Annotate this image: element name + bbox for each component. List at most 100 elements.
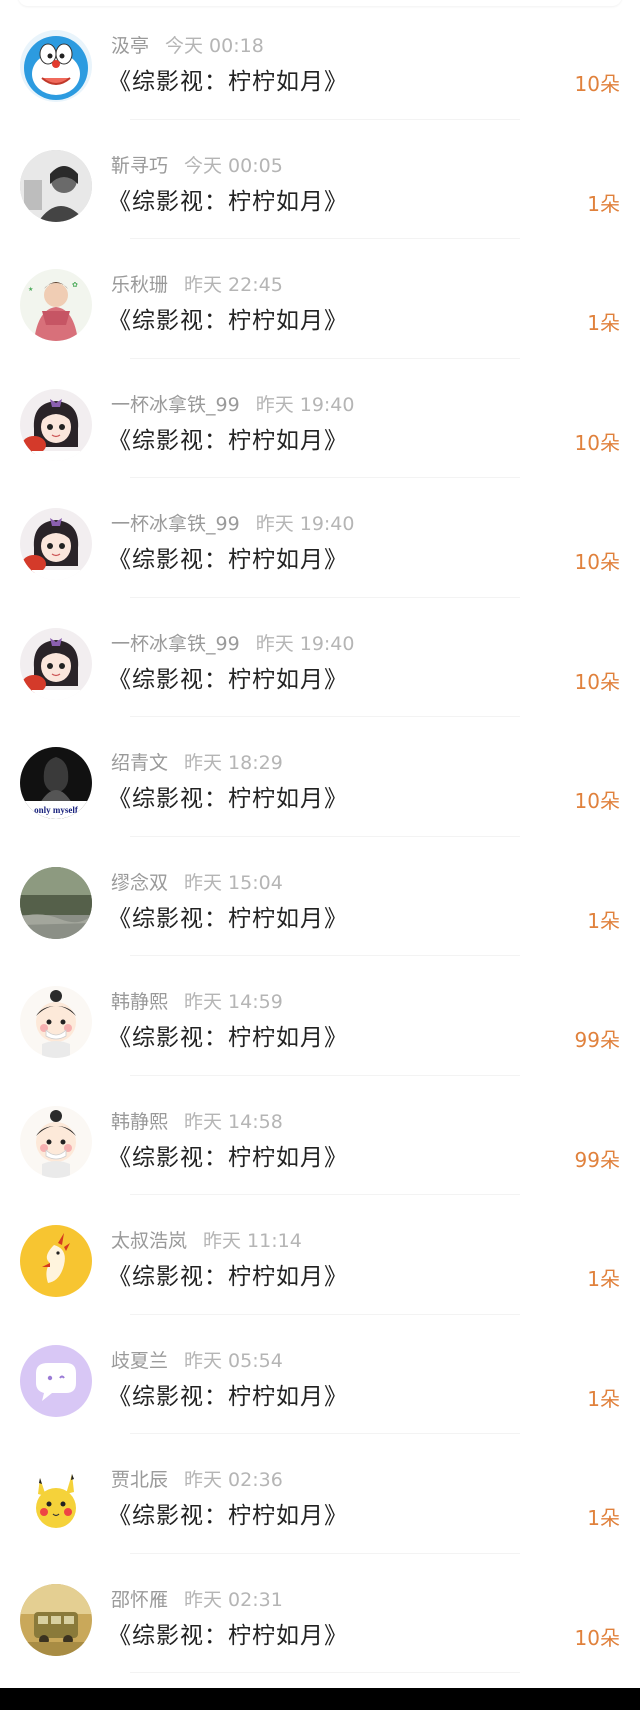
gift-amount: 1朵	[587, 908, 620, 933]
meta-line: 韩静熙 昨天 14:58	[111, 1110, 283, 1134]
timestamp: 昨天 02:36	[184, 1469, 283, 1491]
book-title: 《综影视：柠柠如月》	[108, 1264, 348, 1290]
timestamp: 昨天 19:40	[255, 393, 355, 416]
user-name: 韩静熙	[111, 991, 169, 1013]
book-title: 《综影视：柠柠如月》	[108, 547, 348, 573]
meta-line: 歧夏兰 昨天 05:54	[111, 1349, 283, 1373]
meta-line: 靳寻巧 今天 00:05	[111, 154, 283, 178]
user-name: 靳寻巧	[111, 154, 169, 177]
user-name: 一杯冰拿铁_99	[111, 393, 240, 416]
avatar-caption: only myself	[34, 805, 79, 815]
timestamp: 今天 00:05	[184, 154, 283, 177]
meta-line: 汲亭 今天 00:18	[111, 34, 264, 58]
book-title: 《综影视：柠柠如月》	[108, 308, 348, 334]
gift-amount: 1朵	[587, 191, 620, 216]
user-name: 绍青文	[111, 752, 169, 774]
gift-amount: 10朵	[574, 72, 620, 96]
user-name: 韩静熙	[111, 1110, 169, 1133]
user-name: 一杯冰拿铁_99	[111, 632, 240, 655]
doraemon-avatar[interactable]	[20, 30, 92, 102]
meta-line: 绍青文 昨天 18:29	[111, 751, 283, 775]
timestamp: 昨天 19:40	[255, 513, 355, 535]
timestamp: 昨天 15:04	[184, 871, 283, 894]
list-item[interactable]: 一杯冰拿铁_99 昨天 19:40 《综影视：柠柠如月》 10朵	[0, 598, 640, 717]
gift-amount: 1朵	[587, 1267, 620, 1291]
list-item[interactable]: 靳寻巧 今天 00:05 《综影视：柠柠如月》 1朵	[0, 120, 640, 239]
anime-girl-avatar[interactable]	[20, 627, 92, 700]
gift-amount: 99朵	[574, 1147, 620, 1172]
user-name: 邵怀雁	[111, 1588, 169, 1611]
list-item[interactable]: 邵怀雁 昨天 02:31 《综影视：柠柠如月》 10朵	[0, 1554, 640, 1673]
list-item[interactable]: 一杯冰拿铁_99 昨天 19:40 《综影视：柠柠如月》 10朵	[0, 478, 640, 598]
gift-amount: 1朵	[587, 1386, 620, 1411]
meta-line: 太叔浩岚 昨天 11:14	[111, 1229, 302, 1253]
pikachu-avatar[interactable]	[20, 1464, 92, 1536]
timestamp: 昨天 14:59	[184, 991, 283, 1013]
meta-line: 韩静熙 昨天 14:59	[111, 990, 283, 1014]
book-title: 《综影视：柠柠如月》	[108, 666, 348, 693]
timestamp: 昨天 02:31	[184, 1588, 283, 1611]
user-name: 汲亭	[111, 35, 150, 57]
gift-amount: 1朵	[587, 311, 620, 335]
timestamp: 昨天 22:45	[184, 274, 283, 296]
meta-line: 乐秋珊 昨天 22:45	[111, 273, 283, 297]
svg-text:★: ★	[28, 286, 33, 293]
user-name: 歧夏兰	[111, 1349, 169, 1372]
gift-amount: 10朵	[574, 430, 620, 455]
meta-line: 一杯冰拿铁_99 昨天 19:40	[111, 393, 354, 417]
timestamp: 昨天 19:40	[255, 632, 355, 655]
list-item[interactable]: only myself 绍青文 昨天 18:29 《综影视：柠柠如月》 10朵	[0, 717, 640, 837]
list-item[interactable]: 韩静熙 昨天 14:58 《综影视：柠柠如月》 99朵	[0, 1076, 640, 1195]
book-title: 《综影视：柠柠如月》	[108, 1503, 348, 1529]
book-title: 《综影视：柠柠如月》	[108, 1622, 348, 1649]
timestamp: 昨天 18:29	[184, 752, 283, 774]
book-title: 《综影视：柠柠如月》	[108, 1383, 348, 1410]
list-item[interactable]: 韩静熙 昨天 14:59 《综影视：柠柠如月》 99朵	[0, 956, 640, 1076]
list-item[interactable]: 一杯冰拿铁_99 昨天 19:40 《综影视：柠柠如月》 10朵	[0, 359, 640, 478]
list-item[interactable]: 太叔浩岚 昨天 11:14 《综影视：柠柠如月》 1朵	[0, 1195, 640, 1315]
book-title: 《综影视：柠柠如月》	[108, 188, 348, 215]
pink-scarf-avatar[interactable]: ✿ ★	[20, 269, 92, 341]
cartoon-girl-avatar[interactable]	[20, 986, 92, 1058]
chat-bubble-avatar[interactable]	[20, 1344, 92, 1417]
book-title: 《综影视：柠柠如月》	[108, 427, 348, 454]
landscape-avatar[interactable]	[20, 866, 92, 939]
list-item[interactable]: ✿ ★ 乐秋珊 昨天 22:45 《综影视：柠柠如月》 1朵	[0, 239, 640, 359]
user-name: 贾北辰	[111, 1469, 169, 1491]
svg-text:✿: ✿	[72, 281, 78, 289]
book-title: 《综影视：柠柠如月》	[108, 69, 348, 95]
gift-amount: 10朵	[574, 669, 620, 694]
user-name: 太叔浩岚	[111, 1230, 188, 1252]
meta-line: 缪念双 昨天 15:04	[111, 871, 283, 895]
meta-line: 贾北辰 昨天 02:36	[111, 1468, 283, 1492]
book-title: 《综影视：柠柠如月》	[108, 1144, 348, 1171]
user-name: 乐秋珊	[111, 274, 169, 296]
bottom-bar	[0, 1688, 640, 1710]
yellow-bird-avatar[interactable]	[20, 1225, 92, 1297]
user-name: 一杯冰拿铁_99	[111, 513, 240, 535]
book-title: 《综影视：柠柠如月》	[108, 786, 348, 812]
timestamp: 昨天 14:58	[184, 1110, 283, 1133]
timestamp: 昨天 05:54	[184, 1349, 283, 1372]
meta-line: 一杯冰拿铁_99 昨天 19:40	[111, 512, 354, 536]
gift-amount: 10朵	[574, 789, 620, 813]
timestamp: 昨天 11:14	[203, 1230, 302, 1252]
user-name: 缪念双	[111, 871, 169, 894]
anime-girl-avatar[interactable]	[20, 508, 92, 580]
book-title: 《综影视：柠柠如月》	[108, 1025, 348, 1051]
list-item[interactable]: 缪念双 昨天 15:04 《综影视：柠柠如月》 1朵	[0, 837, 640, 956]
timestamp: 今天 00:18	[165, 35, 264, 57]
cartoon-girl-avatar[interactable]	[20, 1105, 92, 1178]
list-item[interactable]: 歧夏兰 昨天 05:54 《综影视：柠柠如月》 1朵	[0, 1315, 640, 1434]
meta-line: 邵怀雁 昨天 02:31	[111, 1588, 283, 1612]
only-myself-avatar[interactable]: only myself	[20, 747, 92, 819]
gift-amount: 10朵	[574, 1625, 620, 1650]
list-item[interactable]: 贾北辰 昨天 02:36 《综影视：柠柠如月》 1朵	[0, 1434, 640, 1554]
bus-avatar[interactable]	[20, 1583, 92, 1656]
bw-portrait-avatar[interactable]	[20, 149, 92, 222]
anime-girl-avatar[interactable]	[20, 388, 92, 461]
list-item[interactable]: 汲亭 今天 00:18 《综影视：柠柠如月》 10朵	[0, 0, 640, 120]
gift-amount: 99朵	[574, 1028, 620, 1052]
book-title: 《综影视：柠柠如月》	[108, 905, 348, 932]
gift-amount: 1朵	[587, 1506, 620, 1530]
